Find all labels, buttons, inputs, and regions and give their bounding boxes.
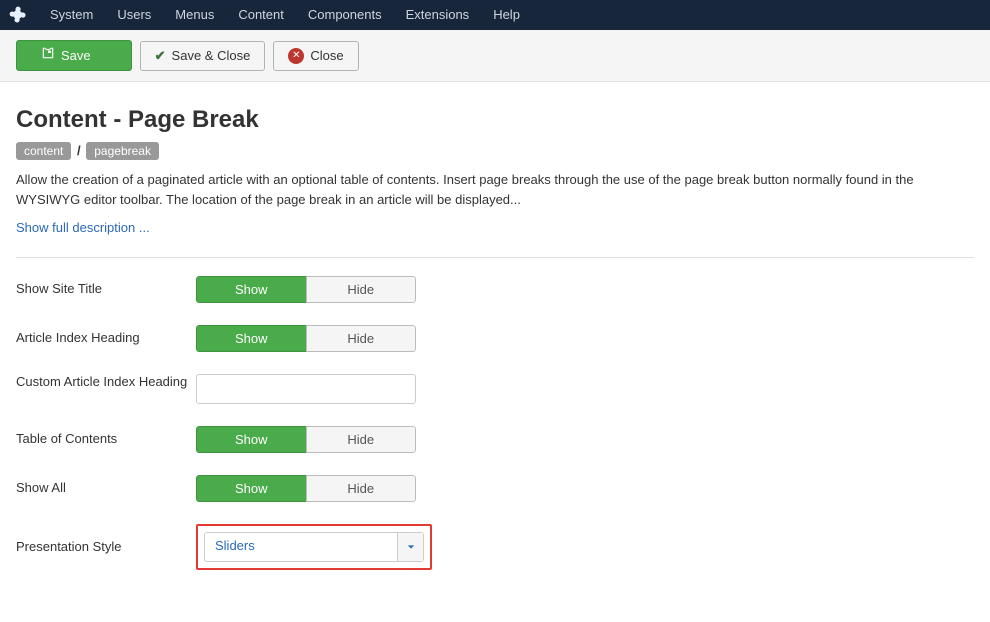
label-show-site-title: Show Site Title [16,281,196,298]
nav-content[interactable]: Content [226,0,296,30]
toggle-show-site-title[interactable]: Show Hide [196,276,416,303]
nav-components[interactable]: Components [296,0,394,30]
save-label: Save [61,47,91,65]
option-hide[interactable]: Hide [306,325,417,352]
nav-system[interactable]: System [38,0,105,30]
save-button[interactable]: Save [16,40,132,71]
option-show[interactable]: Show [196,325,306,352]
save-close-button[interactable]: ✔ Save & Close [140,41,266,71]
toggle-table-of-contents[interactable]: Show Hide [196,426,416,453]
tag-separator: / [75,143,83,158]
description-text: Allow the creation of a paginated articl… [16,170,974,210]
joomla-logo-icon [8,5,28,25]
nav-extensions[interactable]: Extensions [394,0,482,30]
show-full-description-link[interactable]: Show full description ... [16,220,150,235]
row-presentation-style: Presentation Style Sliders [16,524,974,570]
content-area: Content - Page Break content / pagebreak… [0,82,990,622]
nav-menus[interactable]: Menus [163,0,226,30]
label-custom-article-index-heading: Custom Article Index Heading [16,374,196,391]
tag-group: content [16,142,71,160]
input-custom-article-index-heading[interactable] [196,374,416,404]
check-icon: ✔ [155,47,166,65]
highlight-presentation-style: Sliders [196,524,432,570]
option-hide[interactable]: Hide [306,426,417,453]
chevron-down-icon [397,533,423,561]
option-hide[interactable]: Hide [306,475,417,502]
row-show-site-title: Show Site Title Show Hide [16,276,974,303]
plugin-tags: content / pagebreak [16,142,974,160]
toggle-show-all[interactable]: Show Hide [196,475,416,502]
option-show[interactable]: Show [196,276,306,303]
select-presentation-style[interactable]: Sliders [204,532,424,562]
option-show[interactable]: Show [196,475,306,502]
close-button[interactable]: ✕ Close [273,41,358,71]
option-hide[interactable]: Hide [306,276,417,303]
save-close-label: Save & Close [172,47,251,65]
label-article-index-heading: Article Index Heading [16,330,196,347]
divider [16,257,974,258]
option-show[interactable]: Show [196,426,306,453]
close-icon: ✕ [288,48,304,64]
row-show-all: Show All Show Hide [16,475,974,502]
select-value: Sliders [205,533,397,561]
nav-help[interactable]: Help [481,0,532,30]
action-toolbar: Save ✔ Save & Close ✕ Close [0,30,990,82]
save-icon [41,46,55,65]
nav-users[interactable]: Users [105,0,163,30]
row-table-of-contents: Table of Contents Show Hide [16,426,974,453]
tag-element: pagebreak [86,142,159,160]
row-article-index-heading: Article Index Heading Show Hide [16,325,974,352]
row-custom-article-index-heading: Custom Article Index Heading [16,374,974,404]
page-title: Content - Page Break [16,106,974,134]
label-presentation-style: Presentation Style [16,539,196,556]
toggle-article-index-heading[interactable]: Show Hide [196,325,416,352]
label-table-of-contents: Table of Contents [16,431,196,448]
close-label: Close [310,47,343,65]
top-navbar: System Users Menus Content Components Ex… [0,0,990,30]
label-show-all: Show All [16,480,196,497]
